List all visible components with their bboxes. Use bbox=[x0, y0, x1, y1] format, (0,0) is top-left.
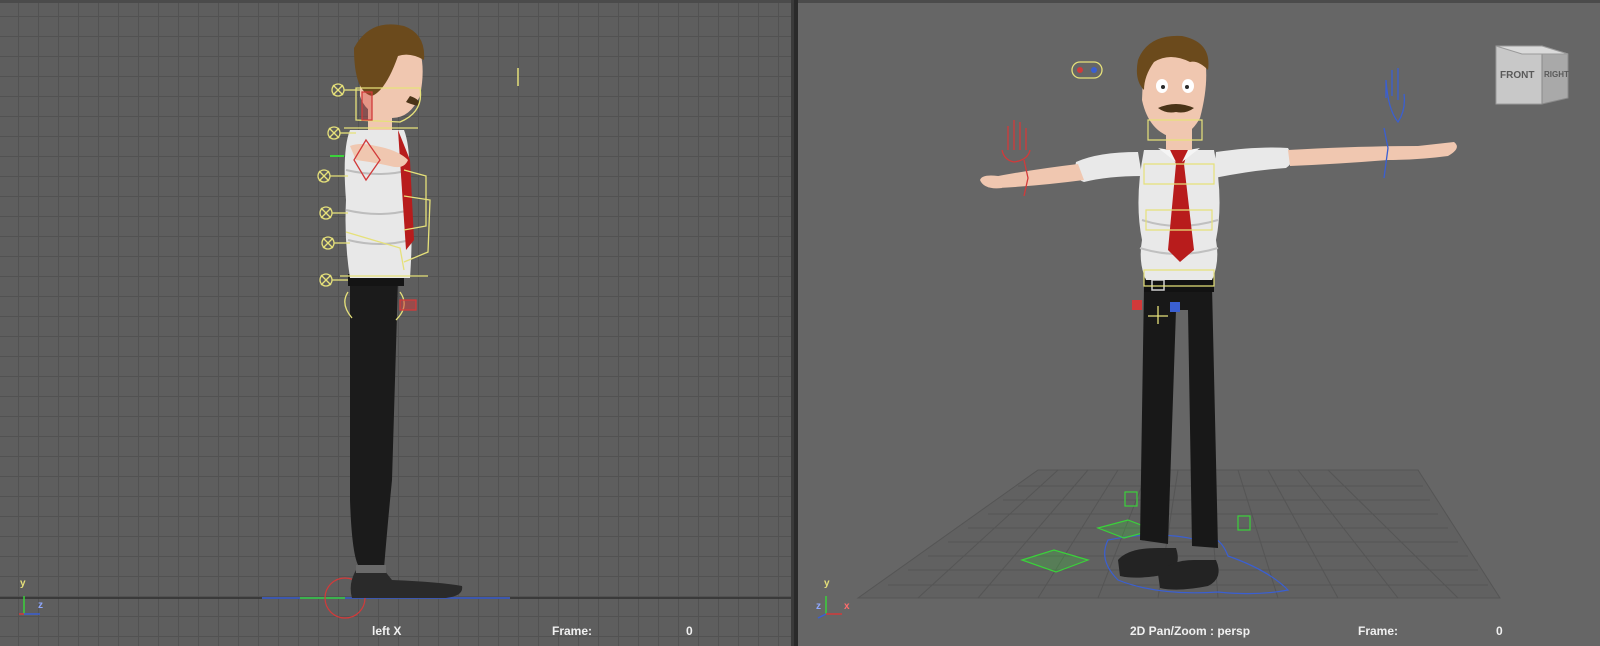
forearm-right bbox=[1288, 142, 1457, 166]
hand-ik-right bbox=[1383, 68, 1406, 179]
shoe bbox=[350, 570, 463, 598]
right-viewport[interactable]: FRONT RIGHT y z x 2D Pan/Zoom : persp Fr… bbox=[798, 0, 1600, 646]
left-viewport[interactable]: y z left X Frame: 0 bbox=[0, 0, 794, 646]
axis-label-y: y bbox=[20, 578, 26, 589]
camera-label: left X bbox=[372, 624, 402, 638]
axis-label-z: z bbox=[816, 601, 821, 612]
axis-label-z: z bbox=[38, 600, 43, 611]
camera-label: 2D Pan/Zoom : persp bbox=[1130, 624, 1251, 638]
frame-value: 0 bbox=[686, 624, 693, 638]
frame-label: Frame: bbox=[1358, 624, 1399, 638]
persp-scene bbox=[856, 35, 1569, 599]
eye-look-control bbox=[1071, 61, 1103, 79]
axis-label-x: x bbox=[844, 601, 850, 612]
forearm-left bbox=[988, 164, 1084, 188]
frame-label: Frame: bbox=[552, 624, 593, 638]
axis-gizmo bbox=[19, 596, 40, 615]
sock bbox=[356, 565, 386, 573]
side-view-scene bbox=[0, 24, 791, 619]
axis-label-y: y bbox=[824, 578, 830, 589]
hip-red-control bbox=[1132, 300, 1142, 310]
sleeve-left bbox=[1075, 152, 1142, 182]
frame-value: 0 bbox=[1496, 624, 1503, 638]
viewcube-front[interactable]: FRONT bbox=[1500, 70, 1534, 81]
axis-gizmo bbox=[817, 596, 842, 619]
hip-blue-control bbox=[1170, 302, 1180, 312]
pants-leg bbox=[350, 280, 398, 568]
sleeve-right bbox=[1214, 147, 1292, 178]
viewcube-right[interactable]: RIGHT bbox=[1544, 70, 1569, 79]
